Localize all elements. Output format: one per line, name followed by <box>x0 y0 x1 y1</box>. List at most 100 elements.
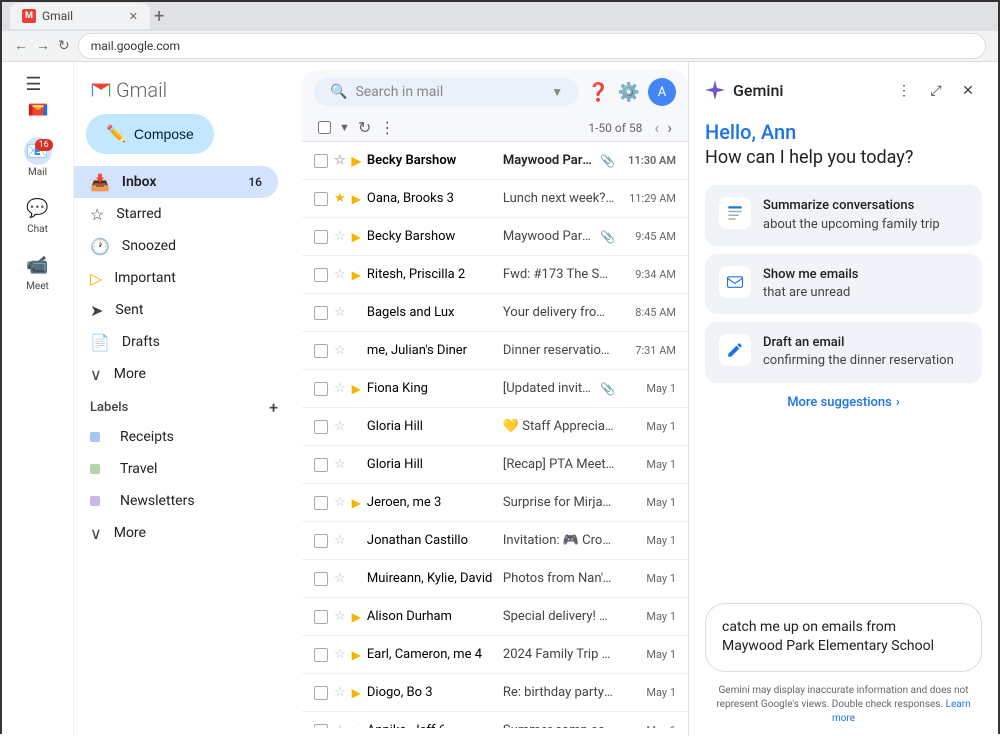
nav-item-sent[interactable]: ➤ Sent <box>74 294 278 326</box>
gmail-sidebar: ☰ 📧 16 Mail 💬 Chat <box>2 62 74 736</box>
star-icon[interactable]: ☆ <box>334 419 346 434</box>
settings-icon[interactable]: ⚙️ <box>618 82 640 103</box>
table-row[interactable]: ☆ ▶ Annika, Jeff 6 Summer camp coordinat… <box>302 712 688 728</box>
star-icon[interactable]: ☆ <box>334 647 346 662</box>
row-checkbox[interactable] <box>314 420 328 434</box>
star-icon[interactable]: ☆ <box>334 305 346 320</box>
gemini-close-button[interactable]: ✕ <box>954 76 982 104</box>
more-suggestions-arrow-icon: › <box>896 395 900 410</box>
row-checkbox[interactable] <box>314 230 328 244</box>
suggestion-show-unread[interactable]: Show me emails that are unread <box>705 254 982 314</box>
select-dropdown-icon[interactable]: ▼ <box>339 121 350 134</box>
nav-item-more[interactable]: ∨ More <box>74 358 278 390</box>
address-bar[interactable]: mail.google.com <box>78 33 986 59</box>
row-checkbox[interactable] <box>314 572 328 586</box>
snoozed-label: Snoozed <box>122 238 176 254</box>
star-icon[interactable]: ☆ <box>334 685 346 700</box>
nav-item-travel[interactable]: Travel <box>74 453 278 485</box>
gemini-more-button[interactable]: ⋮ <box>890 76 918 104</box>
row-checkbox[interactable] <box>314 686 328 700</box>
nav-item-important[interactable]: ▷ Important <box>74 262 278 294</box>
table-row[interactable]: ☆ ▶ Alison Durham Special delivery! This… <box>302 598 688 636</box>
suggestion-summarize[interactable]: Summarize conversations about the upcomi… <box>705 185 982 245</box>
select-all-checkbox[interactable] <box>318 121 331 134</box>
active-tab[interactable]: M Gmail ✕ <box>10 3 150 29</box>
refresh-icon[interactable]: ↻ <box>358 118 371 137</box>
nav-item-starred[interactable]: ☆ Starred <box>74 198 278 230</box>
table-row[interactable]: ☆ ▶ Bagels and Lux Your delivery from Ba… <box>302 294 688 332</box>
row-checkbox[interactable] <box>314 496 328 510</box>
newsletters-dot <box>90 496 100 506</box>
row-checkbox[interactable] <box>314 610 328 624</box>
email-sender: Oana, Brooks 3 <box>367 191 497 206</box>
table-row[interactable]: ★ ▶ Oana, Brooks 3 Lunch next week? — Th… <box>302 180 688 218</box>
nav-item-labels-more[interactable]: ∨ More <box>74 517 278 549</box>
star-icon[interactable]: ☆ <box>334 533 346 548</box>
more-suggestions-link[interactable]: More suggestions › <box>689 383 998 422</box>
star-icon[interactable]: ☆ <box>334 381 346 396</box>
table-row[interactable]: ☆ ▶ Jeroen, me 3 Surprise for Mirjam's B… <box>302 484 688 522</box>
star-icon[interactable]: ☆ <box>334 153 346 168</box>
star-icon[interactable]: ☆ <box>334 495 346 510</box>
star-icon[interactable]: ☆ <box>334 343 346 358</box>
row-checkbox[interactable] <box>314 534 328 548</box>
row-checkbox[interactable] <box>314 344 328 358</box>
help-icon[interactable]: ❓ <box>587 82 609 103</box>
table-row[interactable]: ☆ ▶ Earl, Cameron, me 4 2024 Family Trip… <box>302 636 688 674</box>
table-row[interactable]: ☆ ▶ Gloria Hill 💛 Staff Appreciation Wee… <box>302 408 688 446</box>
tab-close-button[interactable]: ✕ <box>129 10 138 23</box>
table-row[interactable]: ☆ ▶ Jonathan Castillo Invitation: 🎮 Crow… <box>302 522 688 560</box>
nav-item-receipts[interactable]: Receipts <box>74 421 278 453</box>
gemini-logo-icon <box>705 80 725 100</box>
table-row[interactable]: ☆ ▶ Diogo, Bo 3 Re: birthday party logis… <box>302 674 688 712</box>
hamburger-menu-icon[interactable]: ☰ <box>17 70 49 99</box>
star-icon[interactable]: ☆ <box>334 267 346 282</box>
table-row[interactable]: ☆ ▶ me, Julian's Diner Dinner reservatio… <box>302 332 688 370</box>
table-row[interactable]: ☆ ▶ Becky Barshow Maywood Park Elementar… <box>302 218 688 256</box>
gemini-input-area[interactable]: catch me up on emails from Maywood Park … <box>705 603 982 672</box>
labels-section: Labels + <box>74 390 294 421</box>
more-actions-icon[interactable]: ⋮ <box>379 118 395 137</box>
table-row[interactable]: ☆ ▶ Gloria Hill [Recap] PTA Meeting: May… <box>302 446 688 484</box>
reload-button[interactable]: ↻ <box>58 38 70 54</box>
sidebar-mail-item[interactable]: 📧 16 Mail <box>16 131 60 184</box>
email-time: May 1 <box>621 458 676 471</box>
row-checkbox[interactable] <box>314 648 328 662</box>
row-checkbox[interactable] <box>314 382 328 396</box>
nav-item-newsletters[interactable]: Newsletters <box>74 485 278 517</box>
nav-item-drafts[interactable]: 📄 Drafts <box>74 326 278 358</box>
sidebar-meet-item[interactable]: 📹 Meet <box>16 245 60 298</box>
star-icon[interactable]: ☆ <box>334 609 346 624</box>
compose-button[interactable]: ✏️ Compose <box>86 114 214 154</box>
labels-add-icon[interactable]: + <box>269 398 278 417</box>
search-dropdown-icon[interactable]: ▼ <box>551 85 563 99</box>
table-row[interactable]: ☆ ▶ Muireann, Kylie, David Photos from N… <box>302 560 688 598</box>
star-icon[interactable]: ★ <box>334 191 346 206</box>
table-row[interactable]: ☆ ▶ Becky Barshow Maywood Park Elementar… <box>302 142 688 180</box>
page-prev-icon[interactable]: ‹ <box>654 118 659 137</box>
table-row[interactable]: ☆ ▶ Ritesh, Priscilla 2 Fwd: #173 The Su… <box>302 256 688 294</box>
gemini-expand-button[interactable]: ⤢ <box>922 76 950 104</box>
user-avatar[interactable]: A <box>648 78 676 106</box>
star-icon[interactable]: ☆ <box>334 571 346 586</box>
star-icon[interactable]: ☆ <box>334 229 346 244</box>
email-sender: Gloria Hill <box>367 457 497 472</box>
sidebar-chat-item[interactable]: 💬 Chat <box>16 188 60 241</box>
back-button[interactable]: ← <box>14 37 28 54</box>
star-icon[interactable]: ☆ <box>334 723 346 728</box>
row-checkbox[interactable] <box>314 458 328 472</box>
row-checkbox[interactable] <box>314 306 328 320</box>
page-next-icon[interactable]: › <box>667 118 672 137</box>
suggestion-draft-email[interactable]: Draft an email confirming the dinner res… <box>705 322 982 382</box>
star-icon[interactable]: ☆ <box>334 457 346 472</box>
nav-item-inbox[interactable]: 📥 Inbox 16 <box>74 166 278 198</box>
table-row[interactable]: ☆ ▶ Fiona King [Updated invitation] Summ… <box>302 370 688 408</box>
nav-item-snoozed[interactable]: 🕐 Snoozed <box>74 230 278 262</box>
row-checkbox[interactable] <box>314 268 328 282</box>
search-bar[interactable]: 🔍 Search in mail ▼ <box>314 78 579 106</box>
row-checkbox[interactable] <box>314 724 328 729</box>
row-checkbox[interactable] <box>314 192 328 206</box>
new-tab-button[interactable]: + <box>154 6 164 27</box>
row-checkbox[interactable] <box>314 154 328 168</box>
forward-button[interactable]: → <box>36 37 50 54</box>
